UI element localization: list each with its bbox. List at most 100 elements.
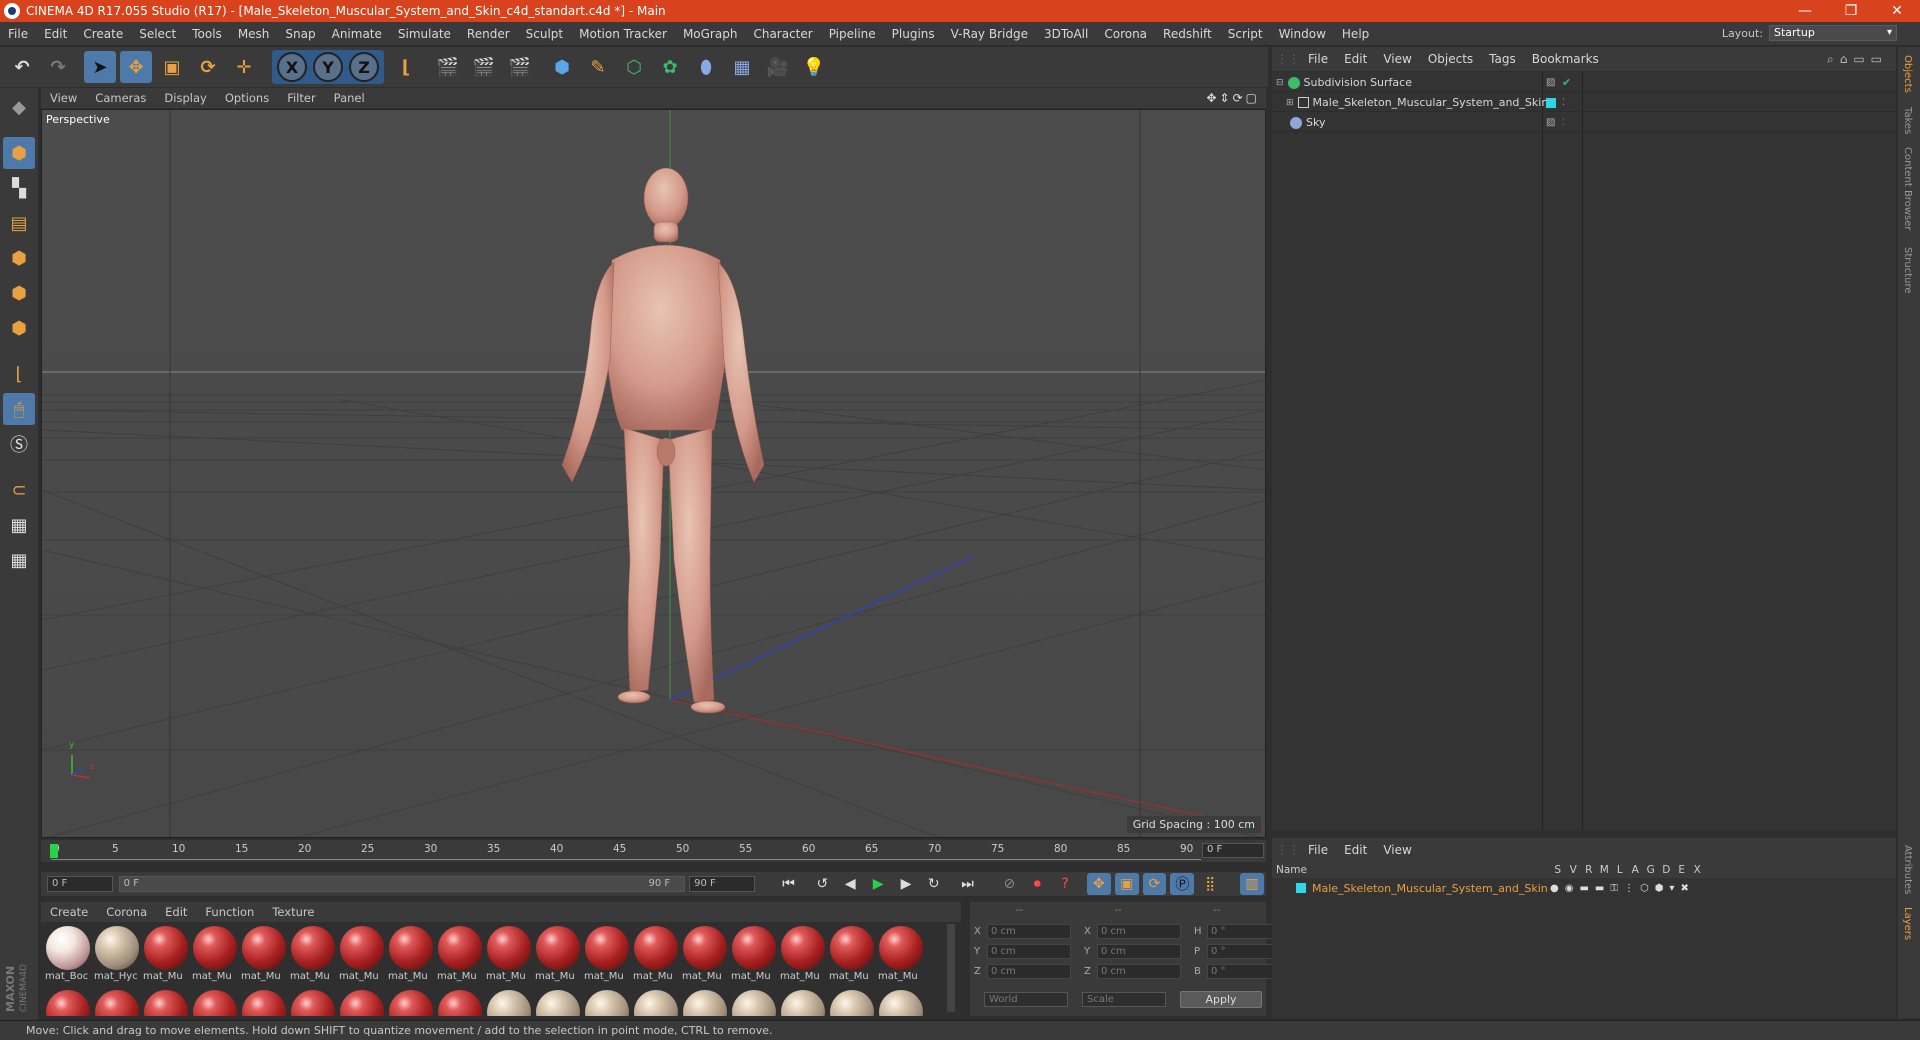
layer-color-swatch[interactable] <box>1546 97 1556 108</box>
material-thumbnail[interactable] <box>829 988 875 1016</box>
record-keys-icon[interactable]: ⊘ <box>997 873 1021 895</box>
perspective-viewport[interactable]: Perspective y z Grid Spacing : 100 cm <box>41 109 1266 838</box>
viewport-menu-view[interactable]: View <box>41 91 86 105</box>
menu-mesh[interactable]: Mesh <box>230 27 278 41</box>
tab-attributes[interactable]: Attributes <box>1902 845 1913 894</box>
size-x-field[interactable]: 0 cm <box>1097 924 1181 939</box>
column-view[interactable]: V <box>1566 864 1582 876</box>
layer-name[interactable]: Male_Skeleton_Muscular_System_and_Skin <box>1312 882 1550 895</box>
material-thumbnail[interactable]: mat_Mu <box>535 924 581 984</box>
go-to-start-icon[interactable]: ⏮ <box>777 873 801 895</box>
step-forward-icon[interactable]: ▶ <box>894 873 918 895</box>
drag-handle[interactable]: ⋮⋮ <box>1276 52 1300 66</box>
play-forward-icon[interactable]: ▶ <box>866 873 890 895</box>
object-row[interactable]: ⊞ Male_Skeleton_Muscular_System_and_Skin… <box>1272 94 1896 112</box>
menu-render[interactable]: Render <box>459 27 518 41</box>
column-animation[interactable]: A <box>1628 864 1644 876</box>
timeline-window-icon[interactable]: ▥ <box>1240 873 1264 895</box>
x-axis-lock-button[interactable]: X <box>277 52 307 82</box>
material-menu-edit[interactable]: Edit <box>156 905 196 919</box>
tab-takes[interactable]: Takes <box>1902 107 1913 134</box>
menu-snap[interactable]: Snap <box>277 27 323 41</box>
material-thumbnail[interactable] <box>584 988 630 1016</box>
column-deformers[interactable]: D <box>1659 864 1675 876</box>
render-view-icon[interactable]: 🎬 <box>432 51 464 83</box>
collapse-toggle-icon[interactable]: ⊟ <box>1276 78 1284 88</box>
om-menu-bookmarks[interactable]: Bookmarks <box>1524 52 1607 66</box>
visibility-dots-icon[interactable]: ⁚ <box>1562 98 1565 108</box>
model-mode-icon[interactable]: ⬢ <box>3 137 35 169</box>
cube-primitive-icon[interactable]: ⬢ <box>546 51 578 83</box>
cloner-icon[interactable]: ✿ <box>654 51 686 83</box>
layer-row[interactable]: Male_Skeleton_Muscular_System_and_Skin ●… <box>1272 880 1896 896</box>
menu-pipeline[interactable]: Pipeline <box>821 27 884 41</box>
material-thumbnail[interactable] <box>437 988 483 1016</box>
position-y-field[interactable]: 0 cm <box>987 944 1071 959</box>
column-manager[interactable]: M <box>1597 864 1613 876</box>
floor-icon[interactable]: ▦ <box>726 51 758 83</box>
texture-mode-icon[interactable]: ▚ <box>3 172 35 204</box>
material-thumbnail[interactable] <box>45 988 91 1016</box>
viewport-navigation-icons[interactable]: ✥⇕⟳▢ <box>1206 91 1260 105</box>
material-thumbnail[interactable] <box>878 988 924 1016</box>
render-picture-viewer-icon[interactable]: 🎬 <box>468 51 500 83</box>
recent-tools-icon[interactable]: ✛ <box>228 51 260 83</box>
layout-dropdown[interactable]: Startup <box>1769 25 1897 41</box>
go-to-end-icon[interactable]: ⏭ <box>956 873 980 895</box>
menu-create[interactable]: Create <box>75 27 131 41</box>
lm-menu-file[interactable]: File <box>1300 843 1336 857</box>
key-parameter-icon[interactable]: Ⓟ <box>1170 873 1195 895</box>
workplane-mode-icon[interactable]: ▤ <box>3 207 35 239</box>
material-thumbnail[interactable]: mat_Mu <box>829 924 875 984</box>
size-mode-dropdown[interactable]: Scale <box>1082 992 1166 1007</box>
material-thumbnail[interactable] <box>241 988 287 1016</box>
size-y-field[interactable]: 0 cm <box>1097 944 1181 959</box>
visibility-dots-icon[interactable]: ⁚ <box>1562 118 1565 128</box>
om-menu-file[interactable]: File <box>1300 52 1336 66</box>
deformer-icon[interactable]: ⬮ <box>690 51 722 83</box>
material-thumbnail[interactable]: mat_Mu <box>192 924 238 984</box>
size-z-field[interactable]: 0 cm <box>1097 964 1181 979</box>
make-editable-icon[interactable]: ◆ <box>3 91 35 123</box>
material-thumbnail[interactable] <box>339 988 385 1016</box>
step-back-icon[interactable]: ◀ <box>838 873 862 895</box>
current-frame-field[interactable]: 0 F <box>1202 843 1264 858</box>
edges-mode-icon[interactable]: ⬢ <box>3 277 35 309</box>
rotate-tool-icon[interactable]: ⟳ <box>192 51 224 83</box>
render-settings-icon[interactable]: 🎬 <box>504 51 536 83</box>
material-thumbnail[interactable]: mat_Mu <box>780 924 826 984</box>
material-menu-create[interactable]: Create <box>41 905 97 919</box>
key-rotation-icon[interactable]: ⟳ <box>1142 873 1167 895</box>
om-menu-tags[interactable]: Tags <box>1481 52 1524 66</box>
frame-ruler[interactable]: 0 5 10 15 20 25 30 35 40 45 50 55 60 65 … <box>51 842 1201 860</box>
move-tool-icon[interactable]: ✥ <box>120 51 152 83</box>
planar-workplane-icon[interactable]: ▦ <box>3 544 35 576</box>
next-keyframe-icon[interactable]: ↻ <box>922 873 946 895</box>
material-thumbnail[interactable] <box>143 988 189 1016</box>
viewport-menu-options[interactable]: Options <box>216 91 278 105</box>
menu-file[interactable]: File <box>0 27 36 41</box>
menu-vray-bridge[interactable]: V-Ray Bridge <box>943 27 1036 41</box>
timeline-ruler[interactable]: 0 5 10 15 20 25 30 35 40 45 50 55 60 65 … <box>41 840 1266 862</box>
y-axis-lock-button[interactable]: Y <box>313 52 343 82</box>
object-row[interactable]: ⊟ Subdivision Surface ▨ ✔ <box>1272 74 1896 92</box>
om-menu-objects[interactable]: Objects <box>1420 52 1481 66</box>
axis-mode-icon[interactable]: ⌊ <box>3 358 35 390</box>
material-thumbnail[interactable]: mat_Mu <box>682 924 728 984</box>
material-thumbnail[interactable]: mat_Mu <box>339 924 385 984</box>
material-thumbnail[interactable] <box>535 988 581 1016</box>
tab-content-browser[interactable]: Content Browser <box>1902 147 1913 230</box>
menu-help[interactable]: Help <box>1334 27 1377 41</box>
material-thumbnail[interactable]: mat_Mu <box>731 924 777 984</box>
layer-swatch-icon[interactable]: ▨ <box>1546 77 1555 88</box>
spline-pen-icon[interactable]: ✎ <box>582 51 614 83</box>
menu-mograph[interactable]: MoGraph <box>675 27 746 41</box>
previous-keyframe-icon[interactable]: ↺ <box>811 873 835 895</box>
menu-simulate[interactable]: Simulate <box>390 27 459 41</box>
autokey-icon[interactable]: ⏺ <box>1025 873 1049 895</box>
workplane-lock-icon[interactable]: ▦ <box>3 509 35 541</box>
viewport-menu-display[interactable]: Display <box>155 91 215 105</box>
coordinate-space-dropdown[interactable]: World <box>984 992 1068 1007</box>
material-thumbnail[interactable]: mat_Mu <box>241 924 287 984</box>
material-thumbnail[interactable]: mat_Hyc <box>94 924 140 984</box>
